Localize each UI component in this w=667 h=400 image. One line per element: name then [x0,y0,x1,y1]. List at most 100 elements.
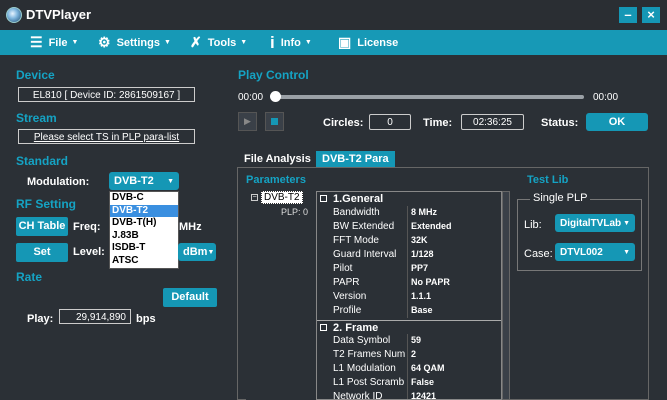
minimize-button[interactable]: – [619,7,637,23]
freq-label: Freq: [73,221,101,233]
table-row: Bandwidth 8 MHz [317,206,501,220]
tab-file-analysis[interactable]: File Analysis [238,151,317,167]
set-button[interactable]: Set [16,243,68,262]
plp-tree: − DVB-T2 PLP: 0 [246,190,316,400]
param-value: No PAPR [411,277,450,287]
tree-child-plp[interactable]: PLP: 0 [281,207,308,217]
gear-icon: ⚙ [98,34,111,50]
level-label: Level: [73,246,105,258]
menu-license[interactable]: ▣ License [338,30,398,55]
param-key: Pilot [333,263,353,274]
status-label: Status: [541,117,579,129]
info-icon: i [270,32,275,52]
param-value: 32K [411,235,428,245]
progress-track[interactable] [272,95,584,99]
modulation-option[interactable]: ATSC [110,255,178,268]
stop-button[interactable] [265,112,284,131]
chevron-down-icon: ▼ [623,248,630,256]
group-header[interactable]: 1.General [317,192,501,206]
lib-label: Lib: [524,219,542,231]
table-row: T2 Frames Num 2 [317,348,501,362]
play-icon: ▶ [244,116,251,126]
stop-icon [271,118,278,125]
progress-handle[interactable] [270,91,281,102]
chevron-down-icon: ▼ [167,177,174,185]
param-key: Version [333,291,367,302]
param-key: Profile [333,305,362,316]
table-row: Profile Base [317,304,501,318]
rf-section-title: RF Setting [16,197,76,211]
modulation-option[interactable]: ISDB-T [110,242,178,255]
param-key: L1 Post Scramb [333,377,405,388]
group-header[interactable]: 2. Frame [317,320,501,335]
list-icon: ☰ [30,34,43,50]
param-value: False [411,377,435,387]
case-value: DTVL002 [560,246,603,258]
param-value: 64 QAM [411,363,445,373]
param-value: 1.1.1 [411,291,432,301]
case-select[interactable]: DTVL002 ▼ [555,243,635,261]
tab-dvb-t2-para[interactable]: DVB-T2 Para [316,151,395,167]
title-bar [0,0,667,30]
table-row: Guard Interval 1/128 [317,248,501,262]
table-row: Version 1.1.1 [317,290,501,304]
time-field: 02:36:25 [461,114,524,130]
tree-root[interactable]: DVB-T2 [261,191,303,204]
param-value: 8 MHz [411,207,438,217]
circles-field[interactable]: 0 [369,114,411,130]
level-unit-select[interactable]: dBm ▼ [178,243,216,261]
param-value: 1/128 [411,249,434,259]
parameters-grid: 1.General Bandwidth 8 MHz BW Extended Exte… [316,191,502,400]
time-label: Time: [423,117,453,129]
modulation-option[interactable]: DVB-T2 [110,204,178,217]
device-section-title: Device [16,68,55,82]
menu-license-label: License [357,36,399,49]
lib-select[interactable]: DigitalTVLab ▼ [555,214,635,232]
circles-label: Circles: [323,117,364,129]
checkbox-icon [320,195,327,202]
chevron-down-icon: ▼ [623,219,630,227]
chevron-down-icon: ▼ [207,248,215,256]
app-title: DTVPlayer [26,7,92,22]
menu-file-label: File [48,36,68,49]
menu-tools[interactable]: ✗ Tools ▼ [190,30,247,55]
default-button[interactable]: Default [163,288,217,307]
menu-info-label: Info [280,36,301,49]
caret-icon: ▼ [304,39,312,46]
param-key: Data Symbol [333,335,391,346]
play-button[interactable]: ▶ [238,112,257,131]
param-key: PAPR [333,277,360,288]
param-value: Extended [411,221,452,231]
param-value: PP7 [411,263,429,273]
checkbox-icon [320,324,327,331]
stream-field[interactable]: Please select TS in PLP para-list [18,129,195,144]
level-unit: dBm [183,246,208,258]
menu-settings[interactable]: ⚙ Settings ▼ [98,30,171,55]
menu-info[interactable]: i Info ▼ [270,30,312,55]
grid-scrollbar[interactable] [502,191,510,400]
single-plp-title: Single PLP [530,192,591,204]
modulation-option[interactable]: DVB-C [110,192,178,205]
end-time: 00:00 [593,92,619,103]
param-key: Guard Interval [333,249,397,260]
collapse-icon[interactable]: − [251,194,258,201]
play-rate-field[interactable]: 29,914,890 [59,309,131,324]
app-logo-icon [6,7,22,23]
standard-section-title: Standard [16,154,69,168]
menu-file[interactable]: ☰ File ▼ [30,30,78,55]
param-value: 2 [411,349,417,359]
modulation-option[interactable]: J.83B [110,230,178,243]
table-row: Pilot PP7 [317,262,501,276]
modulation-option[interactable]: DVB-T(H) [110,217,178,230]
status-badge: OK [586,113,648,131]
play-rate-unit: bps [136,313,156,325]
modulation-label: Modulation: [27,176,90,188]
lib-value: DigitalTVLab [560,217,622,229]
freq-unit: MHz [179,221,202,233]
ch-table-button[interactable]: CH Table [16,217,68,236]
device-field: EL810 [ Device ID: 2861509167 ] [18,87,195,102]
modulation-select[interactable]: DVB-T2 ▼ [109,172,179,190]
close-button[interactable]: × [642,7,660,23]
param-key: L1 Modulation [333,363,396,374]
start-time: 00:00 [238,92,264,103]
